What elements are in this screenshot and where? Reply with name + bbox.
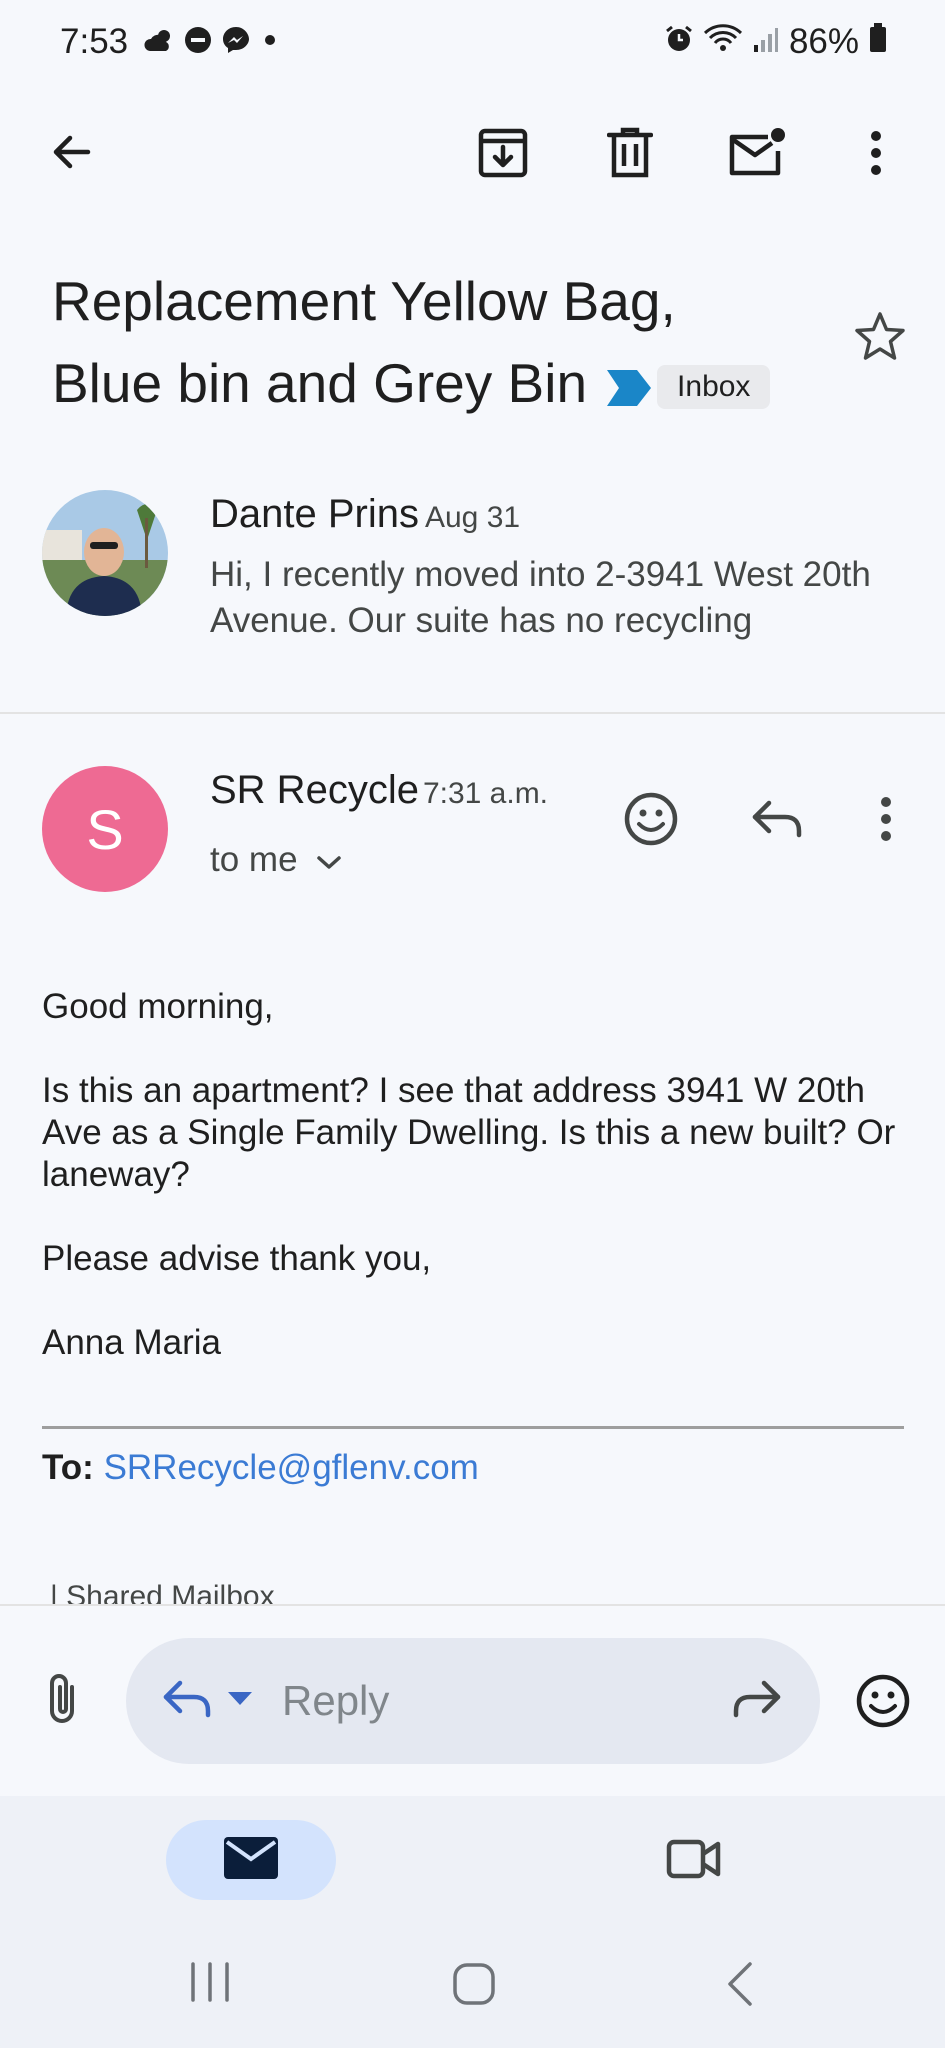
star-icon: [854, 311, 906, 366]
email-subject: Replacement Yellow Bag, Blue bin and Gre…: [52, 260, 812, 428]
body-greeting: Good morning,: [42, 987, 274, 1026]
status-time: 7:53: [60, 22, 129, 61]
more-options-button[interactable]: [856, 122, 896, 188]
subject-line-1: Replacement Yellow Bag,: [52, 270, 676, 332]
nav-meet-tab[interactable]: [656, 1826, 732, 1896]
expanded-message-header: SR Recycle 7:31 a.m.: [210, 768, 548, 813]
message-divider: [0, 712, 945, 714]
back-button[interactable]: [40, 122, 104, 186]
important-marker-icon[interactable]: [607, 346, 652, 428]
alarm-icon: [665, 22, 693, 62]
to-label: To:: [42, 1448, 94, 1487]
battery-icon: [869, 22, 887, 62]
star-button[interactable]: [848, 306, 912, 370]
dnd-icon: [184, 26, 212, 59]
nav-mail-tab[interactable]: [166, 1820, 336, 1900]
reply-icon: [751, 799, 803, 844]
sender-avatar-photo[interactable]: [42, 490, 168, 616]
mark-unread-button[interactable]: [724, 122, 790, 188]
subject-line-2-row: Blue bin and Grey Bin Inbox: [52, 342, 812, 428]
collapsed-sender-name: Dante Prins: [210, 492, 419, 536]
recipient-details-toggle[interactable]: to me: [210, 840, 342, 880]
recipient-text: to me: [210, 840, 298, 879]
recent-apps-button[interactable]: [180, 1956, 240, 2012]
mail-icon: [224, 1836, 278, 1884]
reply-mode-dropdown-icon[interactable]: [228, 1691, 252, 1711]
mark-unread-icon: [728, 127, 786, 184]
emoji-icon: [623, 791, 679, 852]
collapsed-message-header[interactable]: Dante Prins Aug 31: [210, 492, 520, 537]
weather-icon: [144, 27, 174, 58]
status-icons-left: [144, 26, 280, 59]
status-icons-right: 86%: [665, 22, 887, 62]
to-email-link[interactable]: SRRecycle@gflenv.com: [104, 1448, 479, 1487]
paperclip-icon: [44, 1673, 80, 1732]
home-icon: [452, 1962, 496, 2011]
delete-button[interactable]: [598, 122, 662, 188]
inbox-label-chip[interactable]: Inbox: [657, 365, 771, 410]
collapsed-message-snippet[interactable]: Hi, I recently moved into 2-3941 West 20…: [210, 552, 910, 644]
back-arrow-icon: [48, 128, 96, 181]
emoji-icon: [855, 1673, 911, 1734]
attach-button[interactable]: [30, 1670, 94, 1734]
expanded-sender-name: SR Recycle: [210, 768, 419, 812]
expanded-message-time: 7:31 a.m.: [422, 777, 549, 810]
system-back-button[interactable]: [712, 1956, 768, 2016]
delete-icon: [606, 127, 654, 184]
more-vert-icon: [880, 796, 892, 847]
chevron-down-icon: [316, 840, 342, 880]
reply-input[interactable]: Reply: [126, 1638, 820, 1764]
more-vert-icon: [870, 130, 882, 181]
subject-line-2: Blue bin and Grey Bin: [52, 352, 588, 414]
video-camera-icon: [666, 1838, 722, 1885]
reply-emoji-button[interactable]: [848, 1668, 918, 1738]
chevron-left-icon: [726, 1961, 754, 2012]
body-paragraph: Is this an apartment? I see that address…: [42, 1071, 896, 1194]
archive-button[interactable]: [470, 122, 536, 188]
messenger-icon: [222, 26, 250, 59]
recents-icon: [189, 1961, 231, 2007]
body-signature: Anna Maria: [42, 1323, 221, 1362]
message-body: Good morning, Is this an apartment? I se…: [42, 986, 912, 1406]
add-reaction-button[interactable]: [616, 786, 686, 856]
home-button[interactable]: [444, 1956, 504, 2016]
message-more-button[interactable]: [866, 786, 906, 856]
reply-button[interactable]: [742, 786, 812, 856]
collapsed-message-date: Aug 31: [424, 501, 521, 534]
body-closing: Please advise thank you,: [42, 1239, 432, 1278]
battery-percent: 86%: [788, 22, 859, 61]
signal-icon: [753, 22, 779, 62]
forward-icon[interactable]: [732, 1679, 782, 1724]
sender-avatar-letter[interactable]: S: [42, 766, 168, 892]
archive-icon: [477, 127, 529, 184]
notification-dot-icon: [260, 30, 280, 55]
quoted-to-line: To: SRRecycle@gflenv.com: [42, 1448, 479, 1488]
quoted-separator: [42, 1426, 904, 1429]
wifi-icon: [703, 22, 743, 62]
reply-placeholder: Reply: [282, 1677, 390, 1724]
reply-icon: [162, 1679, 212, 1724]
shared-mailbox-text: | Shared Mailbox: [50, 1580, 275, 1604]
